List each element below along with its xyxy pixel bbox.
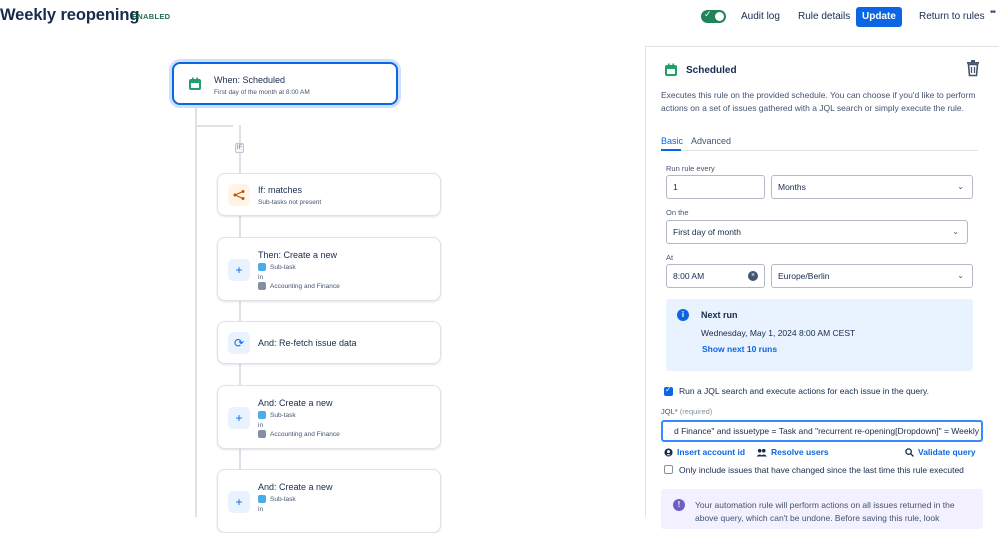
plus-icon: + [228,491,250,513]
plus-icon: + [228,259,250,281]
trash-icon[interactable] [964,59,982,77]
trigger-title: When: Scheduled [214,75,286,85]
run-every-unit-value: Months [778,182,806,192]
jql-label: JQL* (required) [661,407,713,416]
warning-message: ! Your automation rule will perform acti… [661,489,983,529]
insert-account-id-link[interactable]: Insert account id [664,447,745,457]
connector-line [195,125,233,127]
trigger-subtitle: First day of the month at 8:00 AM [214,89,310,96]
chevron-down-icon: ⌄ [957,182,964,191]
panel-description: Executes this rule on the provided sched… [661,90,976,113]
time-value: 8:00 AM [673,271,705,281]
warning-text: Your automation rule will perform action… [695,500,955,523]
calendar-icon [184,73,206,95]
status-badge: ENABLED [132,12,171,21]
timezone-select[interactable]: Europe/Berlin ⌄ [771,264,973,288]
connector-line [195,104,197,517]
toggle-knob [715,12,724,21]
condition-title: If: matches [258,185,303,195]
resolve-users-link[interactable]: Resolve users [756,447,829,457]
info-icon: i [677,309,689,321]
timezone-value: Europe/Berlin [778,271,830,281]
check-icon: ✓ [704,9,712,19]
show-next-runs-link[interactable]: Show next 10 runs [702,344,777,354]
issue-type: Sub-task [258,263,296,271]
run-every-unit-select[interactable]: Months ⌄ [771,175,973,199]
user-icon [664,447,673,457]
time-input[interactable]: 8:00 AM × [666,264,765,288]
run-every-label: Run rule every [666,164,715,173]
trigger-card[interactable]: When: Scheduled First day of the month a… [172,62,398,105]
chevron-down-icon: ⌄ [957,271,964,280]
run-every-input[interactable]: 1 [666,175,765,199]
project-icon [258,430,266,438]
subtask-icon [258,495,266,503]
project-icon [258,282,266,290]
on-the-value: First day of month [673,227,742,237]
issue-type: Sub-task [258,495,296,503]
action-title: And: Re-fetch issue data [258,338,357,348]
rule-enabled-toggle[interactable]: ✓ [701,9,726,23]
next-run-heading: Next run [701,310,738,320]
project: Accounting and Finance [258,282,340,290]
update-button[interactable]: Update [856,7,902,27]
users-icon [756,448,767,457]
clear-icon[interactable]: × [748,271,758,281]
if-marker: IF [235,143,244,153]
rule-details-button[interactable]: Rule details [792,7,856,27]
tab-basic[interactable]: Basic [661,136,683,146]
more-options-icon[interactable]: •• [990,7,996,18]
return-to-rules-button[interactable]: Return to rules [913,7,991,27]
subtask-icon [258,411,266,419]
action-card[interactable]: + And: Create a new Sub-task in Accounti… [217,385,441,449]
branch-icon [228,184,250,206]
panel-title: Scheduled [686,65,737,76]
subtask-icon [258,263,266,271]
jql-search-checkbox-label: Run a JQL search and execute actions for… [679,386,929,396]
in-label: in [258,274,264,281]
on-the-select[interactable]: First day of month ⌄ [666,220,968,244]
jql-input[interactable]: d Finance" and issuetype = Task and "rec… [661,420,983,442]
top-bar: Weekly reopening ENABLED ✓ Audit log Rul… [0,0,999,36]
tab-advanced[interactable]: Advanced [691,136,731,146]
panel-tabs: Basic Advanced [661,135,978,151]
action-title: And: Create a new [258,482,333,492]
issue-type: Sub-task [258,411,296,419]
audit-log-button[interactable]: Audit log [735,7,786,27]
next-run-info: i Next run Wednesday, May 1, 2024 8:00 A… [666,299,973,371]
action-card[interactable]: + Then: Create a new Sub-task in Account… [217,237,441,301]
validate-query-link[interactable]: Validate query [905,447,976,457]
in-label: in [258,506,264,513]
action-title: Then: Create a new [258,250,338,260]
only-changed-checkbox[interactable] [664,465,673,474]
jql-search-checkbox[interactable] [664,385,673,396]
refresh-icon: ⟳ [228,332,250,354]
calendar-icon [665,63,677,76]
next-run-date: Wednesday, May 1, 2024 8:00 AM CEST [701,328,856,338]
plus-icon: + [228,407,250,429]
action-card[interactable]: + And: Create a new Sub-task in [217,469,441,533]
chevron-down-icon: ⌄ [952,227,959,236]
on-the-label: On the [666,208,689,217]
search-icon [905,447,914,457]
condition-subtitle: Sub-tasks not present [258,199,322,206]
action-card[interactable]: ⟳ And: Re-fetch issue data [217,321,441,364]
condition-card[interactable]: If: matches Sub-tasks not present [217,173,441,216]
project: Accounting and Finance [258,430,340,438]
jql-value: d Finance" and issuetype = Task and "rec… [674,426,979,436]
at-label: At [666,253,674,262]
rule-title: Weekly reopening [0,6,140,24]
warning-icon: ! [673,499,685,511]
trigger-config-panel: Scheduled Executes this rule on the prov… [645,46,999,529]
in-label: in [258,422,264,429]
active-tab-indicator [661,149,681,151]
action-title: And: Create a new [258,398,333,408]
only-changed-label: Only include issues that have changed si… [679,465,964,475]
